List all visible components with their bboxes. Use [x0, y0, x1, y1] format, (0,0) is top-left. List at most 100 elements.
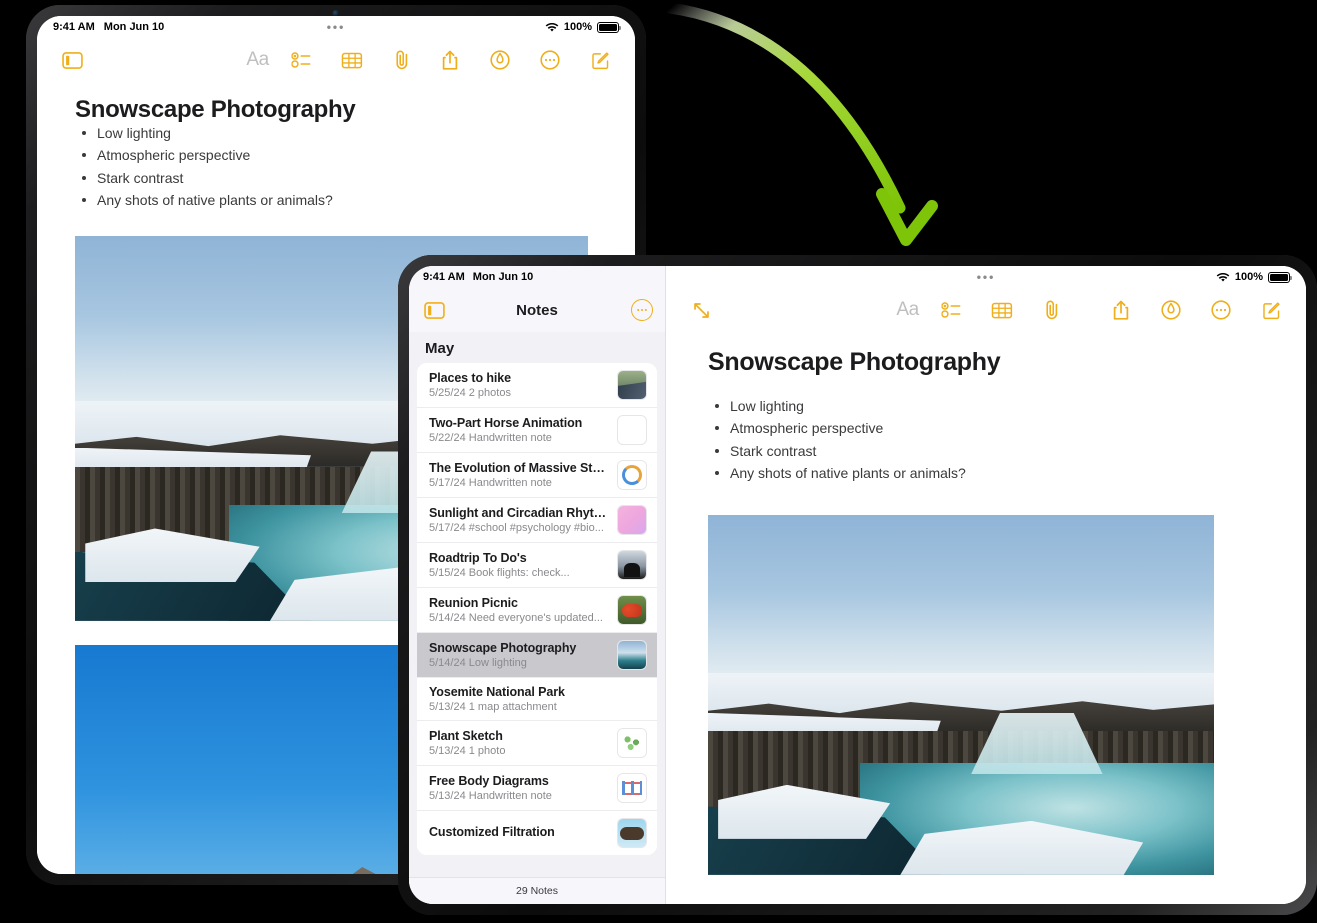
sidebar-toggle-icon-front[interactable] [421, 297, 447, 323]
thumbnail-art [618, 774, 646, 802]
expand-icon[interactable] [684, 293, 718, 327]
note-list-item[interactable]: Customized Filtration [417, 811, 657, 855]
status-time-front: 9:41 AM [423, 271, 465, 283]
notes-list: Places to hike 5/25/24 2 photos Two-Part H… [417, 363, 657, 855]
note-photo-waterfall-front[interactable] [708, 514, 1214, 875]
note-item-thumbnail [617, 415, 647, 445]
note-list-item[interactable]: The Evolution of Massive Star... 5/17/24 … [417, 453, 657, 498]
sidebar-title: Notes [516, 301, 558, 319]
note-title-front: Snowscape Photography [708, 348, 1001, 376]
note-item-title: Places to hike [429, 371, 511, 385]
note-list-item[interactable]: Snowscape Photography 5/14/24 Low lightin… [417, 633, 657, 678]
note-body-front[interactable]: Snowscape Photography Low lighting Atmosp… [666, 332, 1306, 904]
note-bullet: Any shots of native plants or animals? [75, 191, 597, 209]
note-item-thumbnail [617, 818, 647, 848]
battery-icon [597, 21, 621, 33]
note-item-text: Sunlight and Circadian Rhyth... 5/17/24 #… [429, 506, 609, 534]
note-item-title: Free Body Diagrams [429, 774, 549, 788]
ipad-front-device: 9:41 AM Mon Jun 10 Notes May Places to h… [398, 255, 1317, 915]
status-bar-back: 9:41 AM Mon Jun 10 ••• 100% [37, 16, 635, 38]
more-icon-front [631, 299, 653, 321]
note-item-title: The Evolution of Massive Star... [429, 461, 609, 475]
note-item-thumbnail [617, 640, 647, 670]
note-item-meta: 5/17/24 #school #psychology #bio... [429, 522, 604, 534]
notes-count-footer: 29 Notes [409, 877, 665, 904]
note-item-thumbnail [617, 550, 647, 580]
status-date: Mon Jun 10 [103, 21, 165, 33]
attachment-icon-front[interactable] [1035, 293, 1069, 327]
more-icon[interactable] [533, 43, 567, 77]
note-item-thumbnail [617, 773, 647, 803]
more-icon-detail[interactable] [1204, 293, 1238, 327]
note-item-text: Customized Filtration [429, 825, 609, 841]
table-icon-front[interactable] [985, 293, 1019, 327]
note-bullet: Atmospheric perspective [75, 146, 597, 164]
note-list-item[interactable]: Two-Part Horse Animation 5/22/24 Handwrit… [417, 408, 657, 453]
markup-icon-front[interactable] [1154, 293, 1188, 327]
note-item-text: Yosemite National Park 5/13/24 1 map atta… [429, 685, 647, 713]
battery-percent-front: 100% [1234, 271, 1263, 283]
table-icon[interactable] [335, 43, 369, 77]
markup-icon[interactable] [483, 43, 517, 77]
sidebar-nav-bar: Notes [409, 288, 665, 332]
share-icon[interactable] [433, 43, 467, 77]
thumbnail-art [618, 371, 646, 399]
note-list-item[interactable]: Sunlight and Circadian Rhyth... 5/17/24 #… [417, 498, 657, 543]
note-item-text: Places to hike 5/25/24 2 photos [429, 371, 609, 399]
note-bullet: Low lighting [708, 397, 1264, 415]
multitasking-dots[interactable]: ••• [327, 21, 346, 33]
note-list-item[interactable]: Places to hike 5/25/24 2 photos [417, 363, 657, 408]
share-icon-front[interactable] [1104, 293, 1138, 327]
thumbnail-art [618, 819, 646, 847]
note-list-item[interactable]: Reunion Picnic 5/14/24 Need everyone's up… [417, 588, 657, 633]
note-toolbar-front: Aa [666, 288, 1306, 332]
note-item-meta: 5/14/24 Need everyone's updated... [429, 612, 603, 624]
note-item-meta: 5/22/24 Handwritten note [429, 432, 552, 444]
note-item-text: Two-Part Horse Animation 5/22/24 Handwrit… [429, 416, 609, 444]
checklist-icon-front[interactable] [935, 293, 969, 327]
sidebar-more-button[interactable] [631, 299, 653, 321]
status-date-front: Mon Jun 10 [472, 271, 534, 283]
note-item-meta: 5/17/24 Handwritten note [429, 477, 552, 489]
status-bar-front-left: 9:41 AM Mon Jun 10 [409, 266, 665, 288]
note-detail-pane: ••• 100% Aa Snowscape Photography Low li… [666, 266, 1306, 904]
note-bullet: Atmospheric perspective [708, 419, 1264, 437]
note-title-back: Snowscape Photography [75, 96, 356, 123]
compose-icon[interactable] [583, 43, 617, 77]
note-toolbar-back: Aa [37, 38, 635, 82]
note-item-text: Reunion Picnic 5/14/24 Need everyone's up… [429, 596, 609, 624]
notes-list-scroll[interactable]: Places to hike 5/25/24 2 photos Two-Part H… [409, 363, 665, 877]
note-item-text: Roadtrip To Do's 5/15/24 Book flights: ch… [429, 551, 609, 579]
thumbnail-art [618, 461, 646, 489]
note-bullet-list-back: Low lighting Atmospheric perspective Stark… [75, 124, 597, 210]
thumbnail-art [618, 641, 646, 669]
note-list-item[interactable]: Free Body Diagrams 5/13/24 Handwritten no… [417, 766, 657, 811]
note-item-title: Reunion Picnic [429, 596, 518, 610]
format-icon-front[interactable]: Aa [896, 299, 919, 321]
note-list-item[interactable]: Yosemite National Park 5/13/24 1 map atta… [417, 678, 657, 721]
note-bullet-list-front: Low lighting Atmospheric perspective Stark… [708, 397, 1264, 483]
note-item-title: Two-Part Horse Animation [429, 416, 583, 430]
wifi-icon-front [1216, 272, 1230, 283]
wifi-icon [545, 22, 559, 33]
checklist-icon[interactable] [285, 43, 319, 77]
sidebar-section-header: May [425, 340, 455, 357]
format-icon[interactable]: Aa [246, 49, 269, 71]
sidebar-toggle-icon[interactable] [55, 43, 89, 77]
note-item-thumbnail [617, 370, 647, 400]
thumbnail-art [618, 551, 646, 579]
note-item-meta: 5/14/24 Low lighting [429, 657, 527, 669]
compose-icon-front[interactable] [1254, 293, 1288, 327]
note-item-thumbnail [617, 460, 647, 490]
attachment-icon[interactable] [385, 43, 419, 77]
note-item-text: Plant Sketch 5/13/24 1 photo [429, 729, 609, 757]
screenshot-stage: 9:41 AM Mon Jun 10 ••• 100% Aa Snowscape… [0, 0, 1317, 923]
status-bar-front-right: ••• 100% [666, 266, 1306, 288]
note-list-item[interactable]: Plant Sketch 5/13/24 1 photo [417, 721, 657, 766]
note-item-title: Snowscape Photography [429, 641, 577, 655]
note-list-item[interactable]: Roadtrip To Do's 5/15/24 Book flights: ch… [417, 543, 657, 588]
multitasking-dots-front[interactable]: ••• [977, 271, 996, 283]
note-item-text: The Evolution of Massive Star... 5/17/24 … [429, 461, 609, 489]
thumbnail-art [618, 729, 646, 757]
note-item-title: Customized Filtration [429, 825, 555, 839]
